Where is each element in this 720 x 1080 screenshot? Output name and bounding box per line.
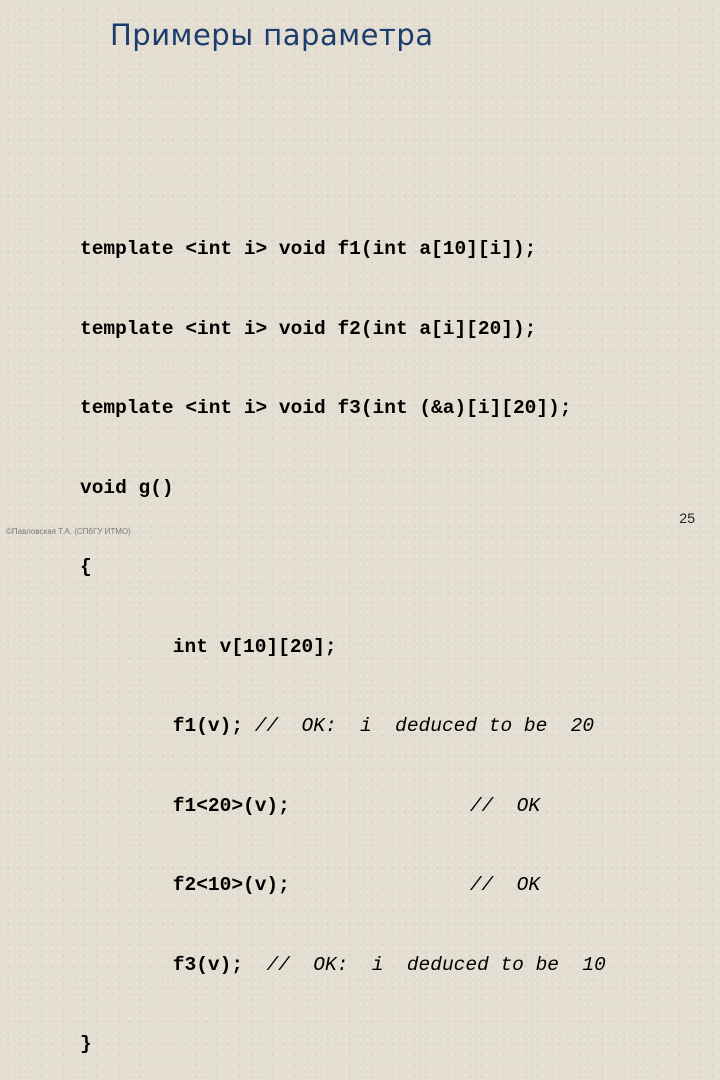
code-line: f3(v); // OK: i deduced to be 10 — [80, 952, 606, 979]
code-statement: f1(v); — [126, 715, 244, 737]
code-statement: f1<20>(v); — [126, 794, 290, 817]
code-line: template <int i> void f1(int a[10][i]); — [80, 238, 537, 260]
code-line: template <int i> void f2(int a[i][20]); — [80, 317, 537, 340]
code-statement: f3(v); — [126, 953, 244, 976]
footer-copyright: ©Павловская Т.А. (СПбГУ ИТМО) — [6, 527, 131, 536]
code-comment: // OK: i deduced to be 10 — [266, 953, 606, 976]
code-line: f1<20>(v); // OK — [80, 793, 606, 820]
code-statement: f2<10>(v); — [126, 874, 290, 896]
code-line: } — [80, 1033, 92, 1055]
slide-title: Примеры параметра — [110, 18, 434, 52]
code-comment: // OK: i deduced to be 20 — [254, 715, 595, 737]
code-line: void g() — [80, 476, 174, 499]
code-line: template <int i> void f3(int (&a)[i][20]… — [80, 397, 572, 419]
code-line: f1(v); // OK: i deduced to be 20 — [80, 713, 606, 740]
code-line: f2<10>(v); // OK — [80, 872, 606, 899]
code-comment: // OK — [469, 794, 541, 817]
code-block: template <int i> void f1(int a[10][i]); … — [80, 183, 606, 1080]
code-line: int v[10][20]; — [126, 635, 337, 658]
code-comment: // OK — [469, 874, 541, 896]
page-number: 25 — [679, 510, 695, 526]
code-line: { — [80, 556, 92, 578]
